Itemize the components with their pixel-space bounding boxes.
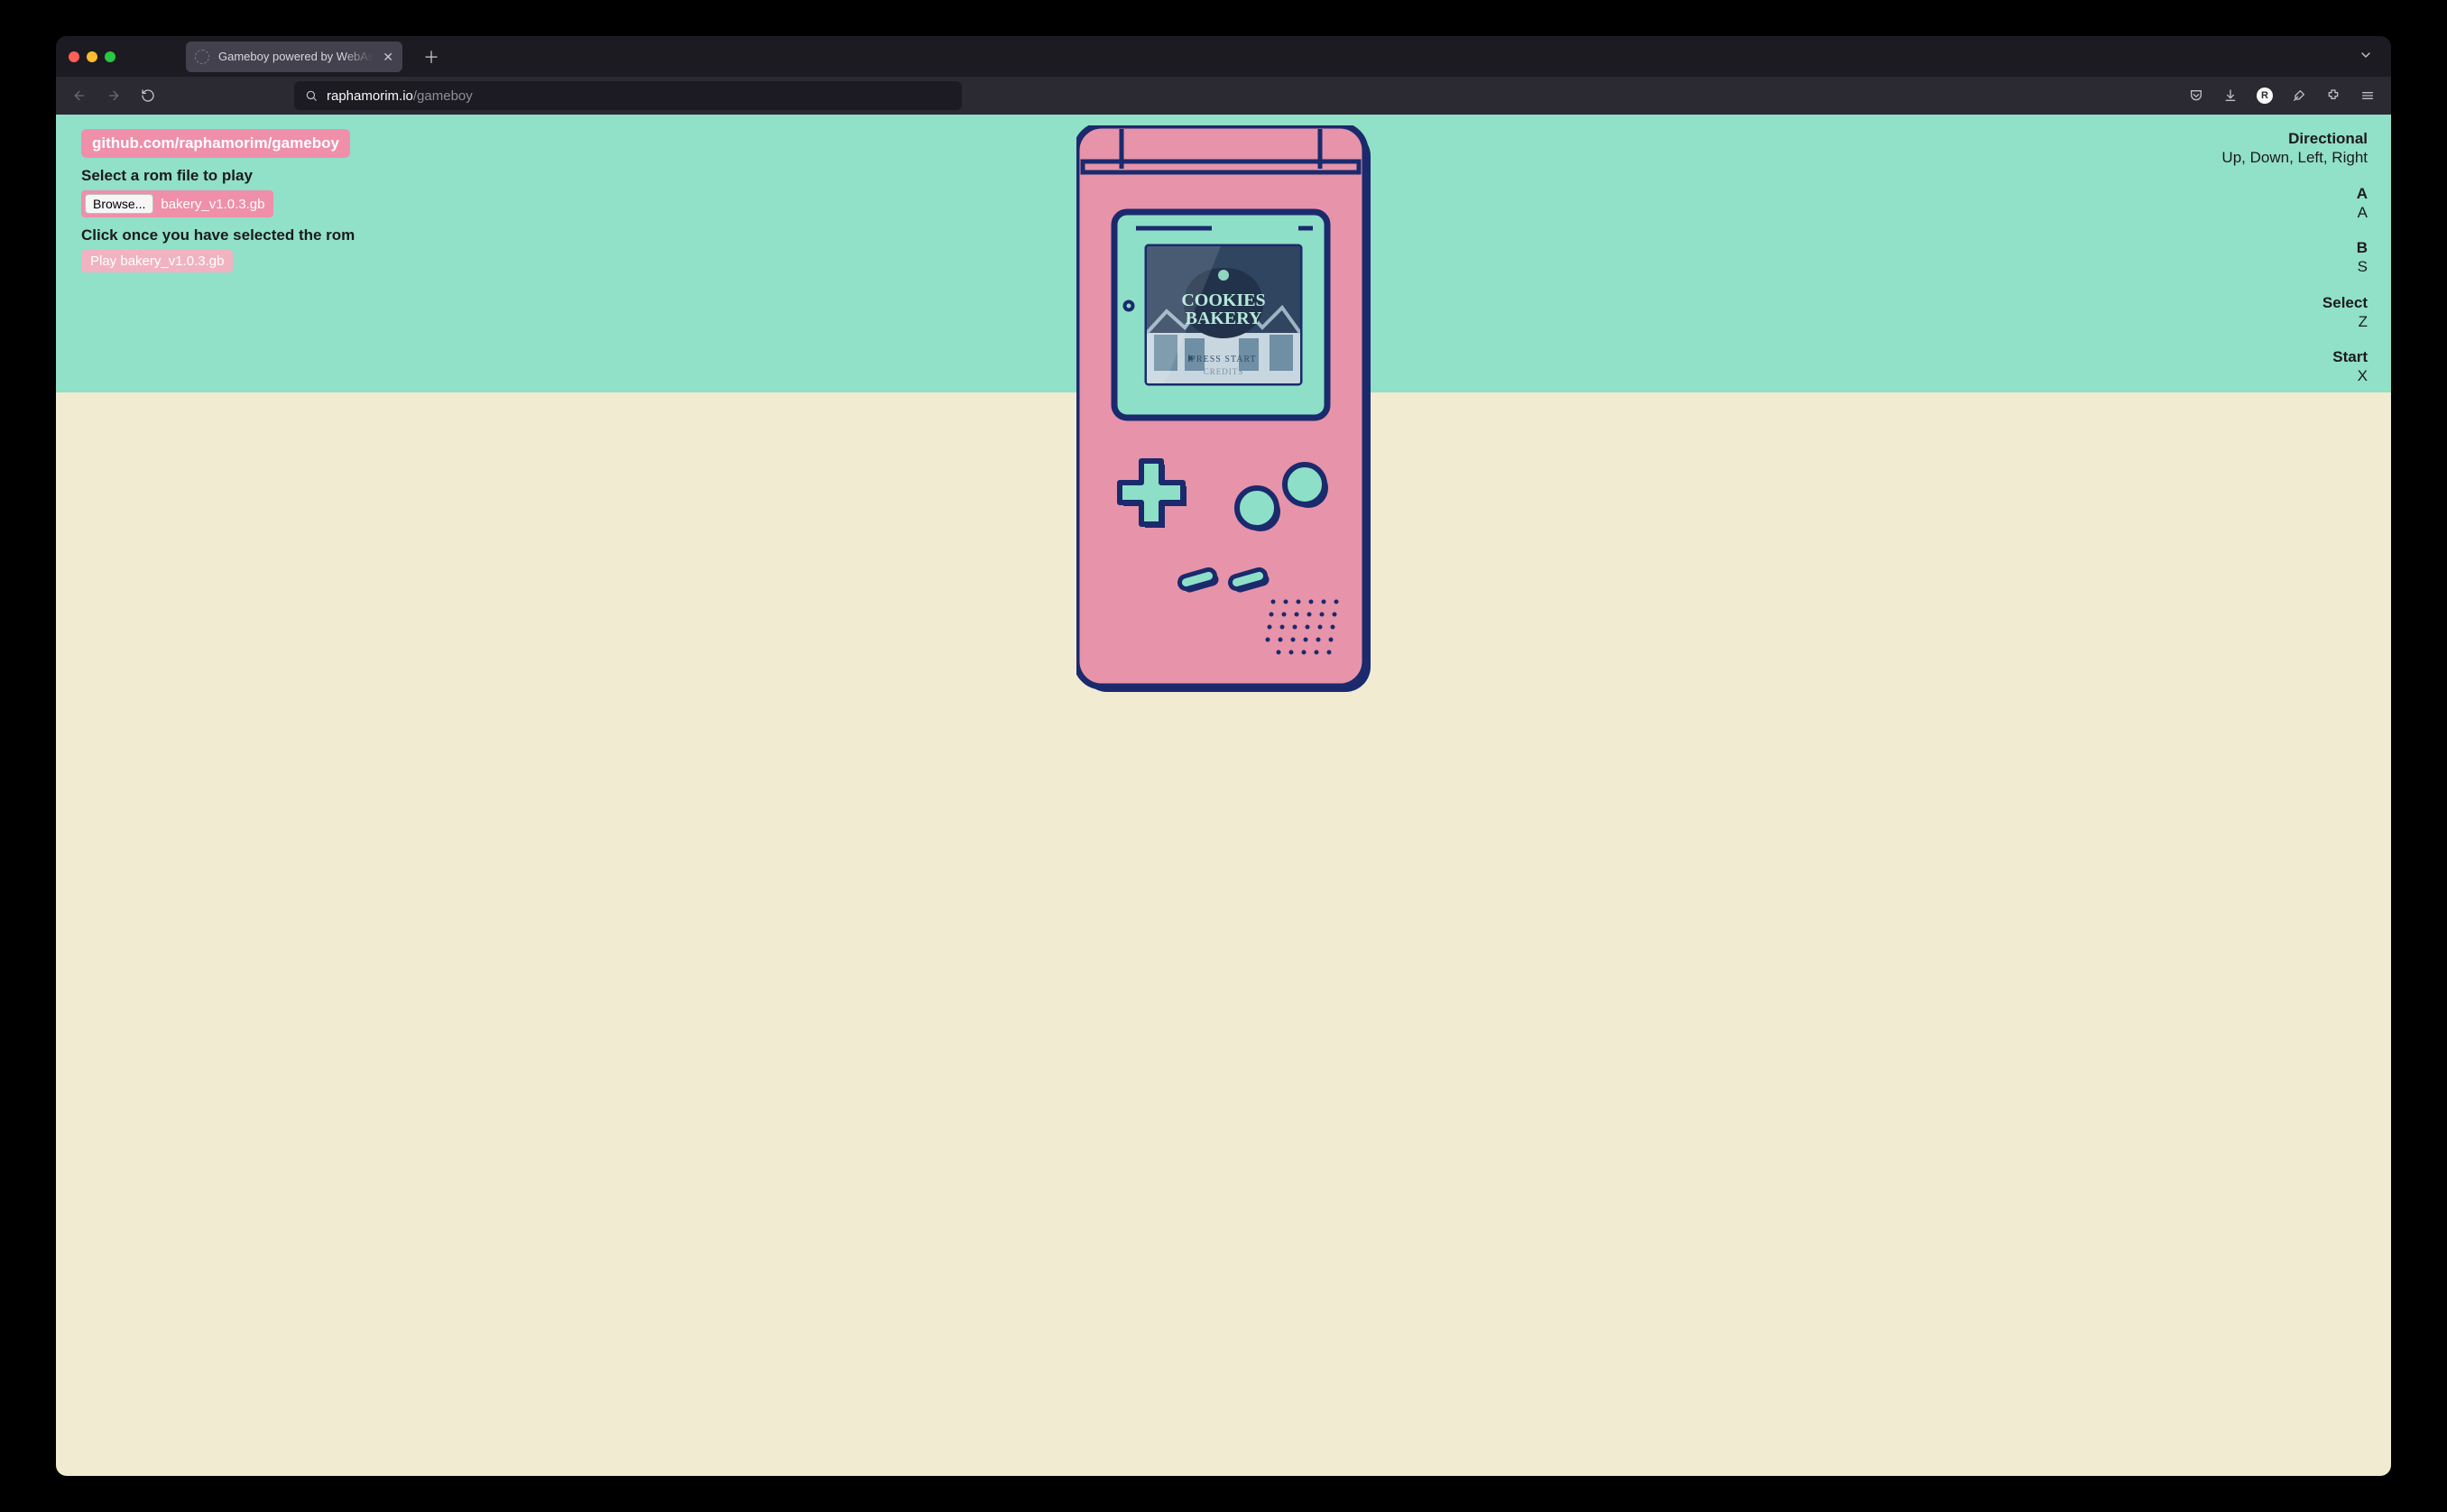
window-minimize-icon[interactable] (87, 51, 97, 62)
tab-close-icon[interactable]: ✕ (383, 51, 393, 63)
select-rom-label: Select a rom file to play (81, 167, 273, 185)
address-bar[interactable]: raphamorim.io/gameboy (294, 81, 962, 110)
controls-b: S (2358, 258, 2368, 275)
game-screen: COOKIES BAKERY PRESS START CREDITS (1147, 246, 1300, 383)
controls-b-hdr: B (2221, 238, 2368, 257)
window-close-icon[interactable] (69, 51, 79, 62)
tabs-overflow-button[interactable] (2353, 42, 2378, 70)
pocket-button[interactable] (2182, 81, 2211, 110)
browser-window: Gameboy powered by WebAssembly ✕ ＋ rapha… (56, 36, 2391, 1476)
a-button[interactable] (1285, 465, 1328, 508)
account-avatar-icon: R (2257, 88, 2273, 104)
favicon-placeholder-icon (195, 50, 209, 64)
gameboy-device: COOKIES BAKERY PRESS START CREDITS (1076, 125, 1371, 696)
browser-toolbar: raphamorim.io/gameboy R (56, 77, 2391, 115)
url-text: raphamorim.io/gameboy (327, 88, 473, 104)
nav-reload-button[interactable] (134, 81, 162, 110)
file-input[interactable]: Browse... bakery_v1.0.3.gb (81, 190, 273, 217)
window-zoom-icon[interactable] (105, 51, 115, 62)
game-credits: CREDITS (1204, 367, 1244, 376)
play-instruction-label: Click once you have selected the rom (81, 226, 355, 244)
play-section: Click once you have selected the rom Pla… (81, 226, 355, 272)
github-link[interactable]: github.com/raphamorim/gameboy (81, 129, 350, 158)
b-button[interactable] (1237, 488, 1280, 531)
play-button[interactable]: Play bakery_v1.0.3.gb (81, 250, 233, 272)
window-traffic-lights (69, 51, 115, 62)
controls-legend: DirectionalUp, Down, Left, Right AA BS S… (2221, 129, 2368, 402)
controls-start: X (2358, 367, 2368, 384)
controls-directional: Up, Down, Left, Right (2221, 149, 2368, 166)
nav-back-button[interactable] (65, 81, 94, 110)
controls-select: Z (2359, 313, 2368, 330)
game-press-start: PRESS START (1190, 355, 1256, 364)
nav-forward-button[interactable] (99, 81, 128, 110)
controls-a: A (2358, 204, 2368, 221)
tab-title: Gameboy powered by WebAssembly (218, 50, 374, 63)
eyedropper-button[interactable] (2285, 81, 2313, 110)
tab-strip: Gameboy powered by WebAssembly ✕ ＋ (56, 36, 2391, 77)
extensions-button[interactable] (2319, 81, 2348, 110)
controls-start-hdr: Start (2221, 347, 2368, 366)
downloads-button[interactable] (2216, 81, 2245, 110)
app-menu-button[interactable] (2353, 81, 2382, 110)
browser-tab[interactable]: Gameboy powered by WebAssembly ✕ (186, 41, 402, 72)
new-tab-button[interactable]: ＋ (419, 44, 444, 69)
controls-select-hdr: Select (2221, 293, 2368, 312)
page-content: github.com/raphamorim/gameboy Select a r… (56, 115, 2391, 1476)
selected-file-name: bakery_v1.0.3.gb (161, 197, 264, 212)
controls-a-hdr: A (2221, 184, 2368, 203)
browse-button[interactable]: Browse... (85, 194, 153, 214)
search-icon (305, 89, 318, 102)
account-button[interactable]: R (2250, 81, 2279, 110)
rom-select-section: Select a rom file to play Browse... bake… (81, 167, 273, 217)
game-title-line2: BAKERY (1186, 309, 1262, 328)
controls-directional-hdr: Directional (2221, 129, 2368, 148)
